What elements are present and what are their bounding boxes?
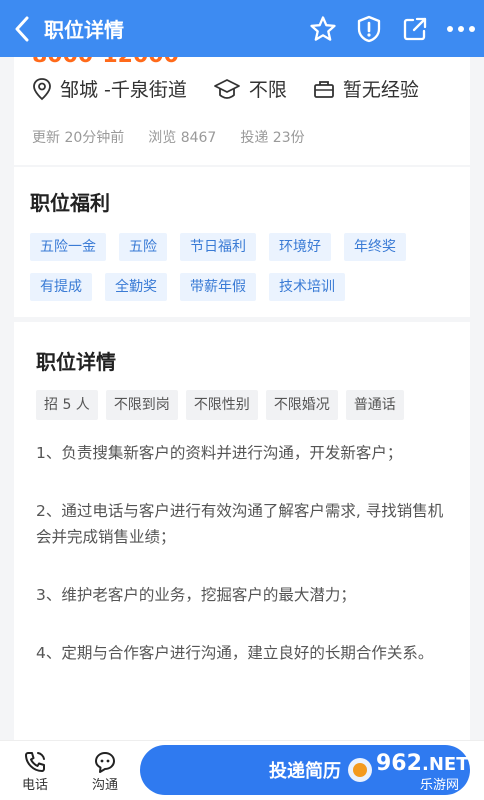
share-button[interactable]: [392, 0, 438, 57]
page-title: 职位详情: [44, 18, 124, 42]
job-summary-card: 8000-12000 邹城 -千泉街道 不限 暂无经验 更新 20分钟前 浏览 …: [14, 57, 470, 165]
view-count: 浏览 8467: [148, 130, 217, 146]
watermark-number: 962: [376, 751, 422, 776]
requirement-tags: 招 5 人 不限到岗 不限性别 不限婚况 普通话: [36, 390, 412, 420]
application-count: 投递 23份: [240, 130, 305, 146]
share-icon: [403, 17, 427, 40]
welfare-card: 职位福利 五险一金 五险 节日福利 环境好 年终奖 有提成 全勤奖 带薪年假 技…: [14, 167, 470, 317]
description-paragraph: 3、维护老客户的业务，挖掘客户的最大潜力；: [36, 586, 356, 604]
welfare-tag: 年终奖: [344, 233, 406, 261]
requirement-tag: 普通话: [345, 390, 404, 420]
requirement-tag: 不限性别: [185, 390, 258, 420]
welfare-tag: 带薪年假: [180, 273, 256, 301]
site-watermark: 962 .NET 乐游网: [348, 751, 469, 793]
location-text: 邹城 -千泉街道: [60, 79, 187, 101]
description-paragraph: 2、通过电话与客户进行有效沟通了解客户需求, 寻找销售机会并完成销售业绩；: [36, 502, 444, 546]
requirement-tag: 不限婚况: [265, 390, 338, 420]
favorite-button[interactable]: [300, 0, 346, 57]
chevron-left-icon: [15, 16, 29, 41]
more-button[interactable]: [438, 0, 484, 57]
detail-title: 职位详情: [36, 350, 116, 374]
back-button[interactable]: [0, 0, 44, 57]
report-button[interactable]: [346, 0, 392, 57]
requirement-tag: 招 5 人: [36, 390, 98, 420]
requirement-tag: 不限到岗: [105, 390, 178, 420]
chat-bubble-icon: [95, 751, 115, 773]
welfare-tag: 有提成: [30, 273, 92, 301]
experience-text: 暂无经验: [342, 79, 419, 101]
star-icon: [310, 15, 336, 41]
job-detail-card: 职位详情 招 5 人 不限到岗 不限性别 不限婚况 普通话 1、负责搜集新客户的…: [14, 322, 470, 740]
education-item: 不限: [213, 75, 287, 102]
apply-label: 投递简历: [269, 761, 341, 782]
welfare-tag: 技术培训: [269, 273, 345, 301]
briefcase-icon: [314, 80, 334, 98]
watermark-suffix: .NET: [422, 754, 469, 775]
welfare-tags: 五险一金 五险 节日福利 环境好 年终奖 有提成 全勤奖 带薪年假 技术培训: [30, 233, 460, 313]
watermark-sub: 乐游网: [420, 778, 459, 793]
phone-icon: [25, 751, 45, 772]
job-description: 1、负责搜集新客户的资料并进行沟通，开发新客户； 2、通过电话与客户进行有效沟通…: [36, 440, 454, 698]
salary: 8000-12000: [32, 57, 179, 68]
top-bar: 职位详情: [0, 0, 484, 57]
welfare-tag: 全勤奖: [105, 273, 167, 301]
phone-label: 电话: [21, 777, 48, 793]
watermark-logo-dot: [353, 763, 367, 777]
welfare-tag: 五险一金: [30, 233, 106, 261]
phone-button[interactable]: 电话: [10, 741, 60, 800]
graduation-cap-icon: [214, 78, 240, 99]
header-actions: [300, 0, 484, 57]
description-paragraph: 1、负责搜集新客户的资料并进行沟通，开发新客户；: [36, 444, 403, 462]
updated-time: 更新 20分钟前: [32, 130, 125, 146]
welfare-tag: 五险: [119, 233, 167, 261]
description-paragraph: 4、定期与合作客户进行沟通，建立良好的长期合作关系。: [36, 644, 434, 662]
education-text: 不限: [248, 79, 287, 101]
job-stats: 更新 20分钟前 浏览 8467 投递 23份: [32, 127, 329, 147]
welfare-title: 职位福利: [30, 191, 110, 215]
location-pin-icon: [33, 77, 51, 100]
welfare-tag: 环境好: [269, 233, 331, 261]
job-info-row: 邹城 -千泉街道 不限 暂无经验: [32, 75, 445, 102]
experience-item: 暂无经验: [313, 75, 419, 102]
chat-label: 沟通: [91, 777, 118, 793]
chat-button[interactable]: 沟通: [80, 741, 130, 800]
location-item: 邹城 -千泉街道: [32, 75, 187, 102]
more-dots-icon: [447, 25, 475, 32]
welfare-tag: 节日福利: [180, 233, 256, 261]
shield-alert-icon: [357, 15, 381, 42]
